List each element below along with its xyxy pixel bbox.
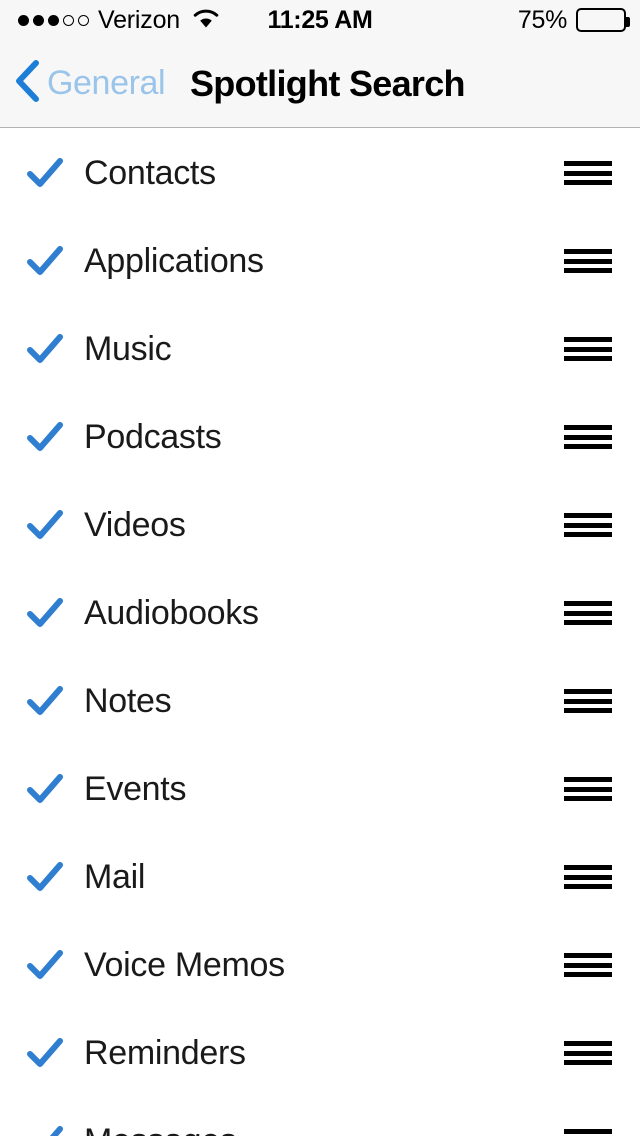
battery-percent-label: 75% [517, 5, 567, 34]
checkmark-icon[interactable] [25, 505, 65, 545]
checkmark-icon[interactable] [25, 593, 65, 633]
reorder-handle-icon[interactable] [564, 249, 612, 273]
list-item[interactable]: Music [0, 305, 640, 393]
checkmark-icon[interactable] [25, 1121, 65, 1136]
nav-bar: General Spotlight Search [0, 40, 640, 128]
list-item-label: Videos [84, 505, 186, 544]
checkmark-icon[interactable] [25, 241, 65, 281]
list-item[interactable]: Reminders [0, 1009, 640, 1097]
checkmark-icon[interactable] [25, 417, 65, 457]
reorder-handle-icon[interactable] [564, 601, 612, 625]
checkmark-icon[interactable] [25, 329, 65, 369]
list-item-label: Audiobooks [84, 593, 259, 632]
list-item[interactable]: Contacts [0, 129, 640, 217]
list-item[interactable]: Messages [0, 1097, 640, 1136]
reorder-handle-icon[interactable] [564, 1041, 612, 1065]
checkmark-icon[interactable] [25, 945, 65, 985]
reorder-handle-icon[interactable] [564, 513, 612, 537]
page-title: Spotlight Search [190, 62, 466, 104]
list-item[interactable]: Voice Memos [0, 921, 640, 1009]
list-item[interactable]: Mail [0, 833, 640, 921]
battery-icon [576, 8, 630, 32]
checkmark-icon[interactable] [25, 153, 65, 193]
list-item-label: Music [84, 329, 172, 368]
list-item-label: Events [84, 769, 187, 808]
reorder-handle-icon[interactable] [564, 689, 612, 713]
list-item-label: Notes [84, 681, 172, 720]
list-item-label: Reminders [84, 1033, 246, 1072]
list-item-label: Contacts [84, 153, 216, 192]
list-item-label: Applications [84, 241, 264, 280]
reorder-handle-icon[interactable] [564, 865, 612, 889]
reorder-handle-icon[interactable] [564, 953, 612, 977]
list-item-label: Messages [84, 1122, 237, 1136]
list-item[interactable]: Events [0, 745, 640, 833]
list-item-label: Podcasts [84, 417, 222, 456]
list-item[interactable]: Notes [0, 657, 640, 745]
reorder-handle-icon[interactable] [564, 337, 612, 361]
spotlight-search-list[interactable]: Contacts Applications Music Podcasts Videos A… [0, 129, 640, 1136]
list-item[interactable]: Audiobooks [0, 569, 640, 657]
list-item[interactable]: Videos [0, 481, 640, 569]
reorder-handle-icon[interactable] [564, 777, 612, 801]
back-button-label: General [47, 64, 166, 102]
list-item[interactable]: Podcasts [0, 393, 640, 481]
list-item-label: Voice Memos [84, 945, 285, 984]
chevron-left-icon [14, 59, 40, 108]
status-bar: Verizon 11:25 AM 75% [0, 0, 640, 40]
checkmark-icon[interactable] [25, 857, 65, 897]
reorder-handle-icon[interactable] [564, 161, 612, 185]
list-item-label: Mail [84, 857, 146, 896]
status-bar-right: 75% [517, 0, 630, 40]
checkmark-icon[interactable] [25, 769, 65, 809]
checkmark-icon[interactable] [25, 1033, 65, 1073]
reorder-handle-icon[interactable] [564, 425, 612, 449]
list-item[interactable]: Applications [0, 217, 640, 305]
reorder-handle-icon[interactable] [564, 1129, 612, 1136]
checkmark-icon[interactable] [25, 681, 65, 721]
back-button-general[interactable]: General [14, 54, 166, 114]
